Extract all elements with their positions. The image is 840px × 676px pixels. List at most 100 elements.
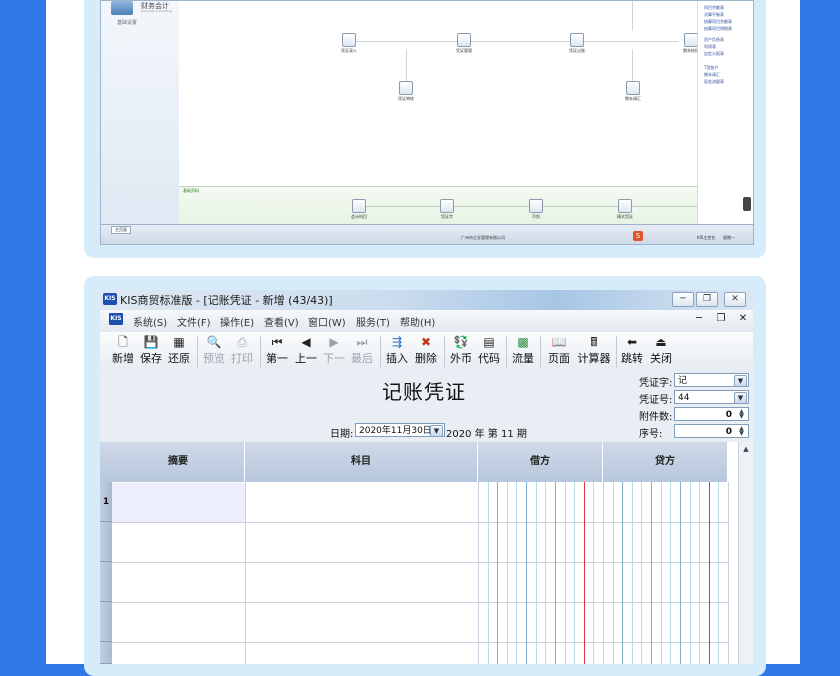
menu-window[interactable]: 窗口(W) — [308, 314, 346, 329]
minimize-button[interactable]: ─ — [672, 292, 694, 307]
row-number[interactable] — [100, 602, 112, 642]
code-icon: ▤ — [483, 335, 495, 349]
menu-help[interactable]: 帮助(H) — [400, 314, 435, 329]
toolbar: 🗋 新增 💾 保存 ▦ 还原 🔍 预览 ⎙ 打印 ⏮ 第一 ◀ 上一 ▶ 下一 ⏭ 最后 ⇶ 插入 … — [100, 332, 753, 373]
close-button[interactable]: ✕ — [724, 292, 746, 307]
last-button[interactable]: ⏭ 最后 — [349, 334, 375, 366]
currency-icon: 💱 — [453, 335, 469, 349]
next-button[interactable]: ▶ 下一 — [321, 334, 347, 366]
chevron-down-icon[interactable]: ▼ — [734, 375, 747, 387]
insert-button[interactable]: ⇶ 插入 — [384, 334, 410, 366]
report-link[interactable]: 自定义报表 — [704, 51, 724, 57]
preview-icon: 🔍 — [206, 335, 222, 349]
report-link[interactable]: T型账户 — [704, 65, 718, 71]
flow-node[interactable]: 凭证录入 — [319, 33, 379, 54]
menu-view[interactable]: 查看(V) — [264, 314, 299, 329]
main-page-tab[interactable]: 主页面 — [111, 226, 131, 234]
basic-node[interactable]: 会计科目 — [329, 199, 389, 220]
column-header-summary[interactable]: 摘要 — [112, 442, 245, 482]
report-link[interactable]: 试算平衡表 — [704, 12, 724, 18]
prev-button[interactable]: ◀ 上一 — [293, 334, 319, 366]
report-link[interactable]: 现金流量表 — [704, 79, 724, 85]
new-button[interactable]: 🗋 新增 — [110, 334, 136, 366]
status-company: 广州市企业管理有限公司 — [461, 235, 505, 240]
restore-button[interactable]: ❐ — [696, 292, 718, 307]
column-header-credit[interactable]: 贷方 — [603, 442, 728, 482]
calculator-button[interactable]: 🖩 计算器 — [575, 334, 613, 366]
doc-restore-icon[interactable]: ❐ — [714, 313, 728, 324]
voucher-window: KIS KIS商贸标准版 - [记账凭证 - 新增 (43/43)] ─ ❐ ✕… — [100, 290, 753, 664]
flow-node-label: 凭证审核 — [398, 96, 414, 101]
toolbar-label: 页面 — [548, 352, 570, 365]
cashflow-button[interactable]: ▩ 流量 — [510, 334, 536, 366]
voucher-no-label: 凭证号: — [639, 395, 673, 406]
voucher-post-icon — [570, 33, 584, 47]
flow-node-label: 凭证管理 — [456, 48, 472, 53]
preview-button[interactable]: 🔍 预览 — [201, 334, 227, 366]
row-number[interactable] — [100, 642, 112, 664]
vertical-scrollbar[interactable]: ▲ — [738, 442, 753, 664]
report-link[interactable]: 资产负债表 — [704, 37, 724, 43]
row-number[interactable]: 1 — [100, 482, 112, 522]
basic-node[interactable]: 币别 — [506, 199, 566, 220]
stepper-icon[interactable]: ▲ ▼ — [736, 426, 747, 437]
kis-doc-icon[interactable]: KIS — [109, 313, 123, 325]
basic-node[interactable]: 模式凭证 — [595, 199, 655, 220]
voucher-word-select[interactable]: 记 ▼ — [674, 373, 749, 387]
doc-close-icon[interactable]: ✕ — [736, 313, 750, 324]
toolbar-label: 最后 — [351, 352, 373, 365]
menu-system[interactable]: 系统(S) — [133, 314, 167, 329]
first-button[interactable]: ⏮ 第一 — [264, 334, 290, 366]
menu-file[interactable]: 文件(F) — [177, 314, 211, 329]
report-links-panel: 科目余额表 试算平衡表 核算项目余额表 核算项目明细表 资产负债表 利润表 自定… — [697, 1, 753, 224]
print-button[interactable]: ⎙ 打印 — [229, 334, 255, 366]
flow-node[interactable]: 凭证过账 — [547, 33, 607, 54]
chevron-down-icon[interactable]: ▼ — [734, 392, 747, 404]
delete-button[interactable]: ✖ 删除 — [413, 334, 439, 366]
attachment-value: 0 — [725, 410, 732, 420]
period-text: 2020 年 第 11 期 — [446, 429, 527, 440]
sidebar-item-basic-settings[interactable]: 基础设置 — [117, 19, 137, 26]
menu-service[interactable]: 服务(T) — [356, 314, 390, 329]
flow-node[interactable]: 凭证管理 — [434, 33, 494, 54]
report-link[interactable]: 核算项目余额表 — [704, 19, 732, 25]
status-system: KIS主控台 — [697, 235, 716, 240]
foreign-currency-button[interactable]: 💱 外币 — [448, 334, 474, 366]
date-label: 日期: — [330, 429, 354, 440]
close-doc-button[interactable]: ⏏ 关闭 — [648, 334, 674, 366]
report-link[interactable]: 核算项目明细表 — [704, 26, 732, 32]
toolbar-label: 代码 — [478, 352, 500, 365]
new-icon: 🗋 — [118, 335, 128, 349]
attachment-stepper[interactable]: 0 ▲ ▼ — [674, 407, 749, 421]
page-icon: 📖 — [551, 335, 567, 349]
flow-node[interactable]: 凭证审核 — [376, 81, 436, 102]
voucher-no-select[interactable]: 44 ▼ — [674, 390, 749, 404]
flow-node[interactable]: 期末调汇 — [603, 81, 663, 102]
stepper-icon[interactable]: ▲ ▼ — [736, 409, 747, 420]
active-cell[interactable] — [112, 483, 245, 522]
ime-icon[interactable]: S — [633, 231, 643, 241]
basic-node[interactable]: 凭证字 — [417, 199, 477, 220]
row-number[interactable] — [100, 522, 112, 562]
toolbar-label: 关闭 — [650, 352, 672, 365]
code-button[interactable]: ▤ 代码 — [476, 334, 502, 366]
sequence-stepper[interactable]: 0 ▲ ▼ — [674, 424, 749, 438]
page-button[interactable]: 📖 页面 — [544, 334, 574, 366]
date-picker[interactable]: 2020年11月30日 ▼ — [355, 423, 445, 437]
save-button[interactable]: 💾 保存 — [138, 334, 164, 366]
report-link[interactable]: 科目余额表 — [704, 5, 724, 11]
report-link[interactable]: 期末调汇 — [704, 72, 720, 78]
chevron-down-icon[interactable]: ▼ — [430, 425, 443, 437]
voucher-manage-icon — [457, 33, 471, 47]
report-link[interactable]: 利润表 — [704, 44, 716, 50]
doc-minimize-icon[interactable]: ─ — [692, 313, 706, 324]
column-header-debit[interactable]: 借方 — [478, 442, 603, 482]
menu-operate[interactable]: 操作(E) — [220, 314, 254, 329]
column-header-account[interactable]: 科目 — [245, 442, 478, 482]
row-number[interactable] — [100, 562, 112, 602]
scroll-thumb[interactable] — [743, 197, 751, 211]
jump-button[interactable]: ⬅ 跳转 — [619, 334, 645, 366]
restore-data-button[interactable]: ▦ 还原 — [166, 334, 192, 366]
scroll-up-icon[interactable]: ▲ — [741, 444, 751, 454]
title-bar[interactable]: KIS KIS商贸标准版 - [记账凭证 - 新增 (43/43)] ─ ❐ ✕ — [100, 290, 753, 310]
